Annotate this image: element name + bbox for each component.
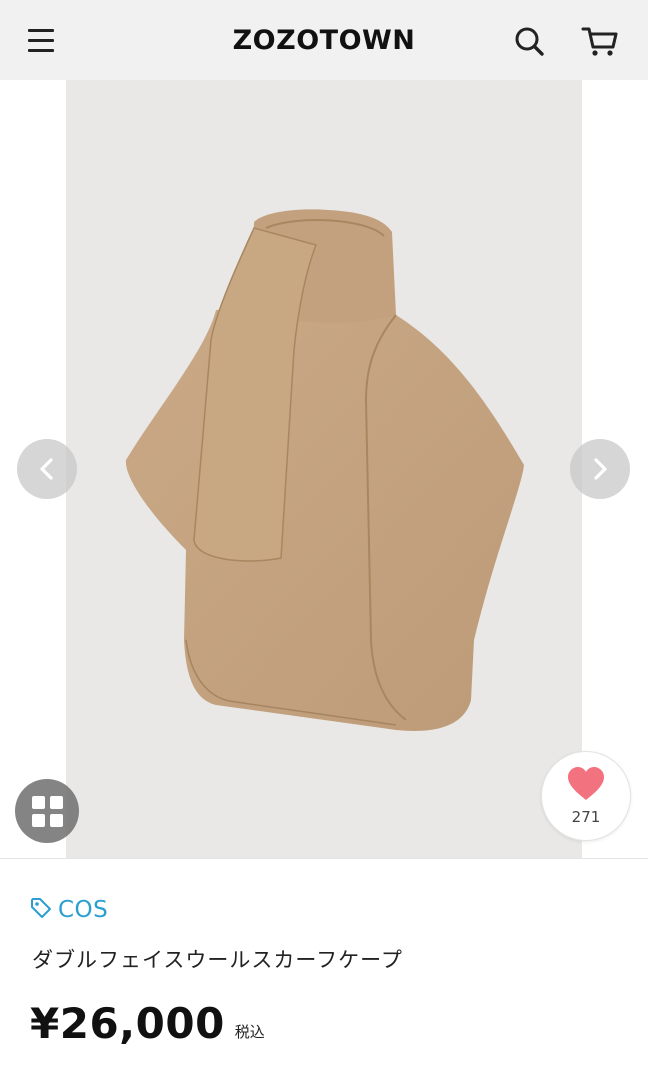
favorite-count: 271 bbox=[571, 808, 601, 826]
tax-label: 税込 bbox=[234, 1023, 265, 1041]
app-header: ZOZOTOWN bbox=[0, 0, 648, 80]
product-gallery: 271 bbox=[0, 80, 648, 858]
price-row: ¥26,000 税込 bbox=[30, 1000, 265, 1048]
chevron-right-icon[interactable] bbox=[570, 439, 630, 499]
search-icon[interactable] bbox=[510, 22, 550, 62]
heart-icon bbox=[566, 766, 606, 806]
price: ¥26,000 bbox=[30, 999, 225, 1048]
chevron-left-icon[interactable] bbox=[17, 439, 77, 499]
tag-icon bbox=[30, 897, 52, 923]
brand-link[interactable]: COS bbox=[30, 897, 108, 923]
product-name: ダブルフェイスウールスカーフケープ bbox=[32, 948, 403, 972]
hamburger-menu-icon[interactable] bbox=[28, 22, 66, 58]
grid-icon[interactable] bbox=[15, 779, 79, 843]
favorite-button[interactable]: 271 bbox=[541, 751, 631, 841]
cart-icon[interactable] bbox=[578, 20, 622, 62]
site-logo[interactable]: ZOZOTOWN bbox=[233, 25, 416, 56]
brand-name: COS bbox=[58, 897, 109, 923]
product-photo[interactable] bbox=[66, 80, 582, 858]
divider bbox=[0, 858, 648, 859]
